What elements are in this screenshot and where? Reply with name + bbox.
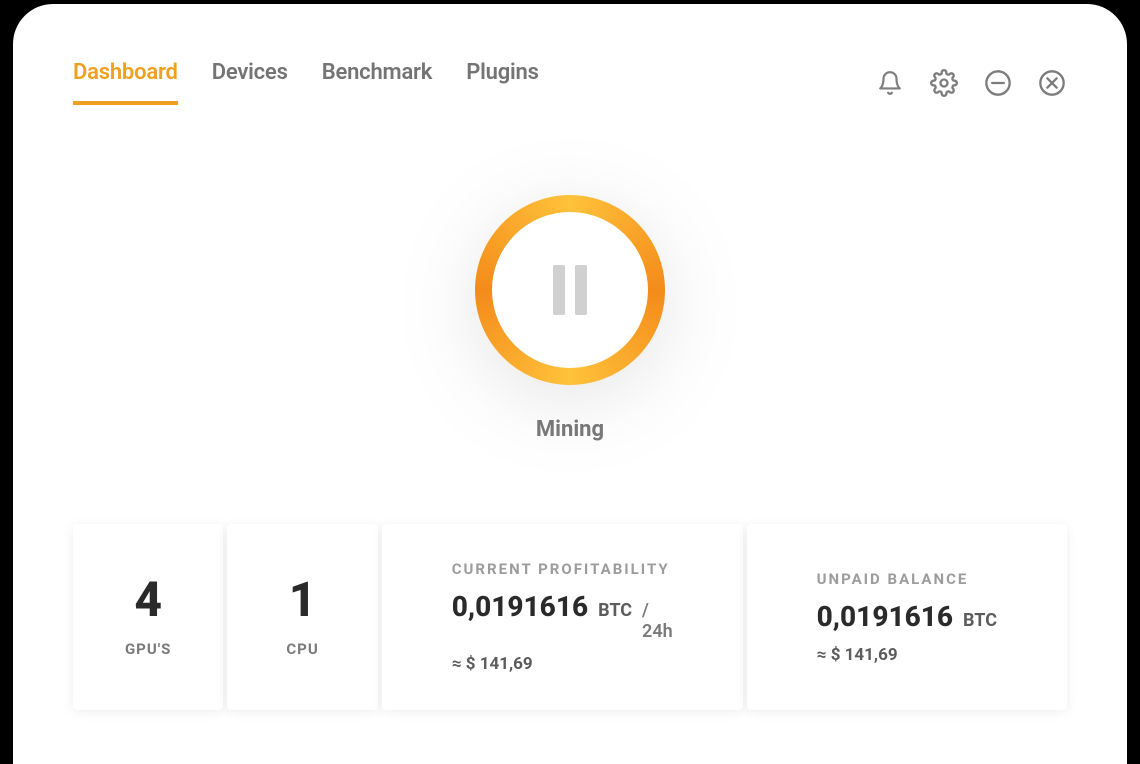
system-icons xyxy=(875,68,1067,98)
top-bar: Dashboard Devices Benchmark Plugins xyxy=(73,60,1067,105)
mining-button-inner xyxy=(492,212,648,368)
gear-icon xyxy=(930,69,958,97)
gpu-card: 4 GPU'S xyxy=(73,524,223,710)
cpu-label: CPU xyxy=(286,640,318,658)
profitability-period: / 24h xyxy=(642,600,673,642)
balance-value-row: 0,0191616 BTC xyxy=(817,600,997,633)
tab-plugins[interactable]: Plugins xyxy=(466,60,539,105)
balance-approx: ≈ $ 141,69 xyxy=(817,645,997,665)
notifications-button[interactable] xyxy=(875,68,905,98)
pause-icon xyxy=(553,265,587,315)
profitability-title: CURRENT PROFITABILITY xyxy=(452,560,673,578)
balance-amount: 0,0191616 xyxy=(817,600,953,633)
minimize-button[interactable] xyxy=(983,68,1013,98)
bell-icon xyxy=(877,70,903,96)
balance-title: UNPAID BALANCE xyxy=(817,570,997,588)
nav-tabs: Dashboard Devices Benchmark Plugins xyxy=(73,60,539,105)
tab-dashboard[interactable]: Dashboard xyxy=(73,60,178,105)
cpu-count: 1 xyxy=(289,576,317,624)
mining-toggle-button[interactable] xyxy=(475,195,665,385)
settings-button[interactable] xyxy=(929,68,959,98)
mining-status-label: Mining xyxy=(536,417,604,442)
profitability-unit: BTC xyxy=(598,600,632,621)
close-circle-icon xyxy=(1038,69,1066,97)
balance-unit: BTC xyxy=(963,610,997,631)
close-button[interactable] xyxy=(1037,68,1067,98)
stats-cards: 4 GPU'S 1 CPU CURRENT PROFITABILITY 0,01… xyxy=(73,524,1067,710)
app-window: Dashboard Devices Benchmark Plugins xyxy=(13,4,1127,764)
gpu-count: 4 xyxy=(134,576,162,624)
mining-control: Mining xyxy=(73,195,1067,442)
tab-devices[interactable]: Devices xyxy=(212,60,288,105)
profitability-amount: 0,0191616 xyxy=(452,590,588,623)
profitability-value-row: 0,0191616 BTC / 24h xyxy=(452,590,673,642)
cpu-card: 1 CPU xyxy=(227,524,377,710)
profitability-approx: ≈ $ 141,69 xyxy=(452,654,673,674)
profitability-card: CURRENT PROFITABILITY 0,0191616 BTC / 24… xyxy=(382,524,743,710)
minimize-circle-icon xyxy=(984,69,1012,97)
balance-card: UNPAID BALANCE 0,0191616 BTC ≈ $ 141,69 xyxy=(747,524,1067,710)
gpu-label: GPU'S xyxy=(125,640,171,658)
tab-benchmark[interactable]: Benchmark xyxy=(322,60,433,105)
